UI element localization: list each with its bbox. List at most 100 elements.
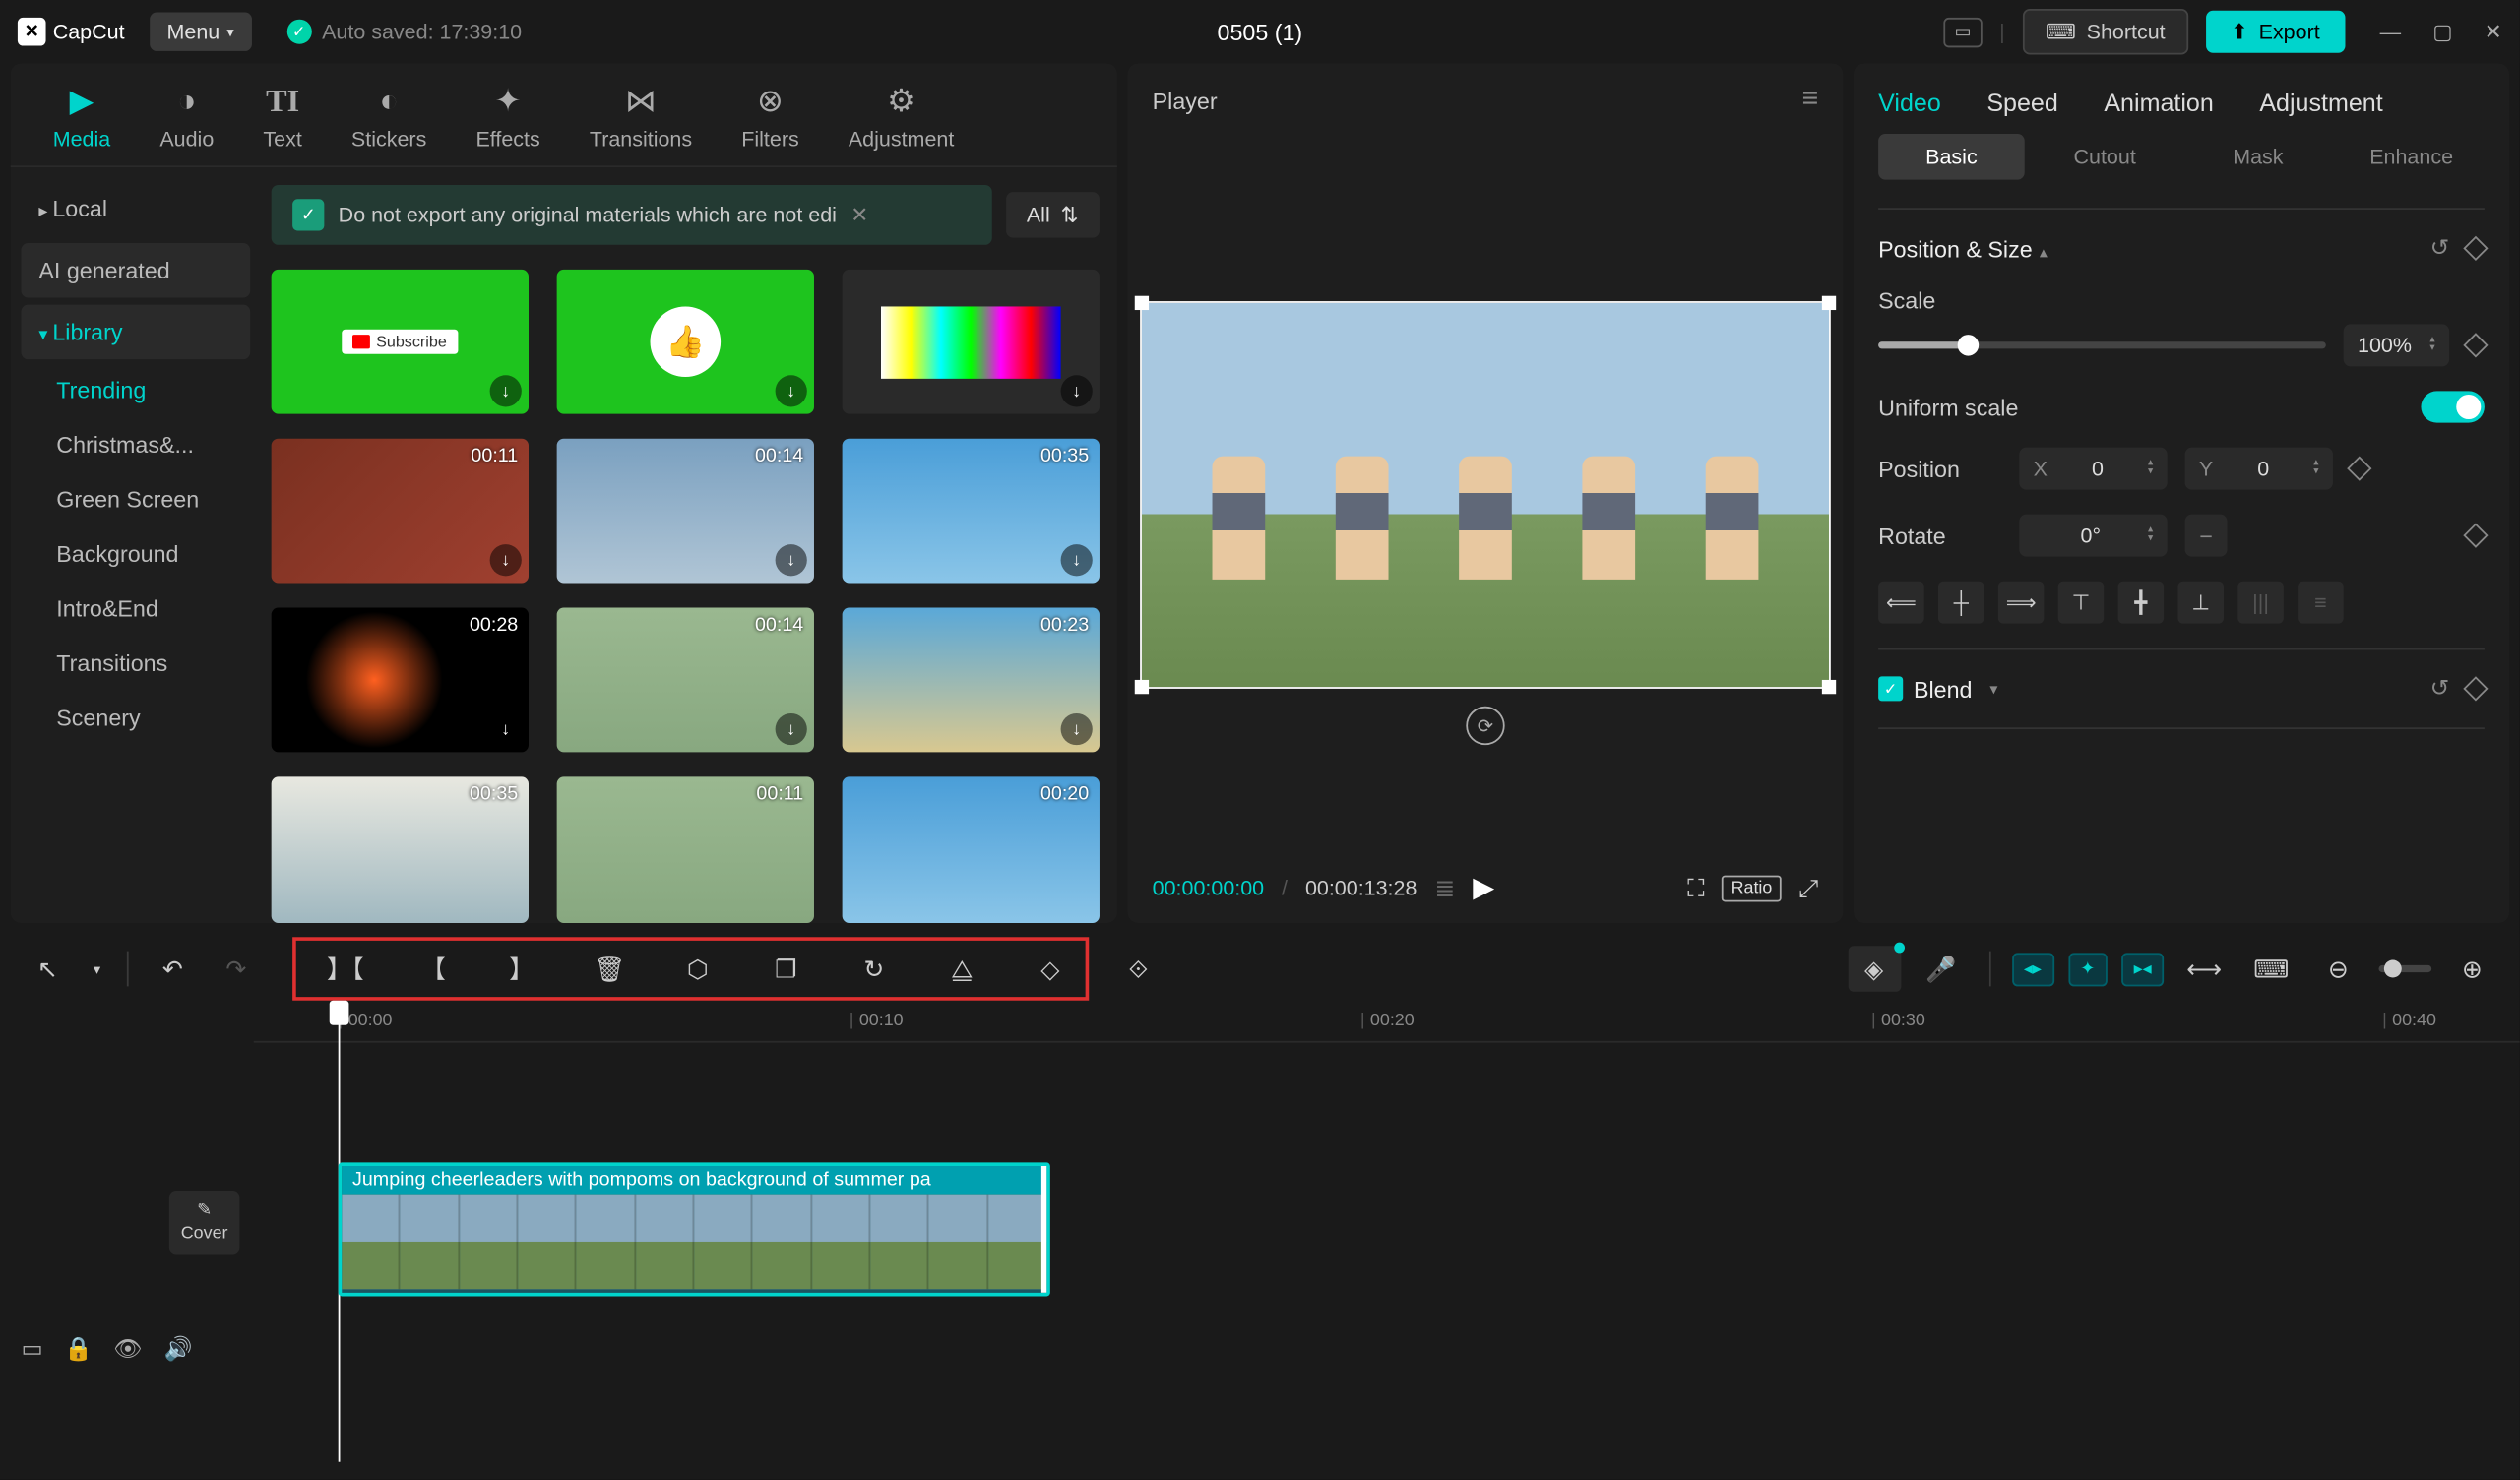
keyboard-button[interactable]: ⌨ (2244, 946, 2298, 992)
cover-button[interactable]: ✎ Cover (169, 1191, 240, 1254)
tab-text[interactable]: TIText (238, 74, 327, 165)
reverse-tool[interactable]: ↻ (848, 946, 901, 992)
tab-filters[interactable]: ⊗Filters (717, 74, 824, 165)
download-icon[interactable]: ↓ (776, 545, 807, 577)
zoom-out-button[interactable]: ⊖ (2311, 946, 2364, 992)
media-item[interactable]: 👍 ↓ (557, 270, 814, 414)
selection-tool[interactable]: ↖ (21, 946, 74, 992)
timeline-clip[interactable]: Jumping cheerleaders with pompoms on bac… (339, 1162, 1050, 1296)
close-button[interactable]: ✕ (2485, 20, 2502, 44)
player-menu-button[interactable]: ≡ (1802, 85, 1819, 116)
tab-adjustment[interactable]: ⚙Adjustment (824, 74, 979, 165)
position-y-input[interactable]: Y0▴▾ (2185, 448, 2333, 490)
preview-button[interactable]: ⟷ (2177, 946, 2231, 992)
lock-icon[interactable]: 🔒 (64, 1335, 93, 1364)
media-item[interactable]: 00:11↓ (272, 439, 529, 584)
rotate-input[interactable]: 0°▴▾ (2019, 515, 2167, 557)
keyframe-icon[interactable] (2347, 456, 2371, 480)
media-item[interactable]: 00:11 (557, 777, 814, 922)
media-item[interactable]: ↓ (843, 270, 1100, 414)
sidebar-transitions[interactable]: Transitions (21, 640, 250, 687)
mirror-tool[interactable]: ⧋ (935, 946, 988, 992)
media-item[interactable]: 00:20 (843, 777, 1100, 922)
sidebar-ai-generated[interactable]: AI generated (21, 243, 250, 297)
trim-right-tool[interactable]: 】 (495, 946, 548, 992)
distribute-h-icon[interactable]: ||| (2237, 582, 2284, 624)
tab-effects[interactable]: ✦Effects (451, 74, 564, 165)
subtab-cutout[interactable]: Cutout (2032, 134, 2178, 180)
duplicate-tool[interactable]: ❐ (759, 946, 812, 992)
sidebar-background[interactable]: Background (21, 530, 250, 578)
undo-button[interactable]: ↶ (147, 946, 200, 992)
filter-all-button[interactable]: All ⇅ (1005, 192, 1100, 238)
sidebar-library[interactable]: Library (21, 305, 250, 359)
prop-tab-animation[interactable]: Animation (2104, 89, 2213, 117)
prop-tab-adjustment[interactable]: Adjustment (2259, 89, 2382, 117)
clip-trim-handle[interactable] (1041, 1166, 1050, 1293)
download-icon[interactable]: ↓ (1061, 714, 1093, 746)
keyframe-icon[interactable] (2463, 333, 2488, 357)
prop-tab-video[interactable]: Video (1878, 89, 1941, 117)
play-button[interactable]: ▶ (1473, 870, 1494, 905)
blend-header[interactable]: ✓ Blend▾ ↺ (1878, 675, 2485, 704)
scale-input[interactable]: 100%▴▾ (2344, 324, 2449, 366)
rotate-preset-button[interactable]: − (2185, 515, 2228, 557)
crop-tool[interactable]: ⟐ (1111, 946, 1165, 992)
zoom-in-button[interactable]: ⊕ (2446, 946, 2499, 992)
position-x-input[interactable]: X0▴▾ (2019, 448, 2167, 490)
timeline-ruler[interactable]: 00:00 00:10 00:20 00:30 00:40 (254, 1004, 2520, 1042)
download-icon[interactable]: ↓ (490, 545, 522, 577)
banner-close-button[interactable]: ✕ (850, 203, 868, 227)
export-button[interactable]: ⬆ Export (2206, 11, 2345, 53)
zoom-slider[interactable] (2379, 965, 2432, 972)
dock-icon[interactable]: ▭ (21, 1335, 42, 1364)
mask-tool[interactable]: ⬡ (671, 946, 724, 992)
tab-audio[interactable]: ◑Audio (135, 74, 238, 165)
distribute-v-icon[interactable]: ≡ (2298, 582, 2344, 624)
track-mode-2[interactable]: ✦ (2068, 952, 2108, 985)
blend-checkbox[interactable]: ✓ (1878, 676, 1903, 701)
sidebar-scenery[interactable]: Scenery (21, 694, 250, 741)
download-icon[interactable]: ↓ (776, 375, 807, 406)
speaker-icon[interactable]: 🔊 (163, 1335, 192, 1364)
keyframe-icon[interactable] (2463, 676, 2488, 701)
media-item[interactable]: 00:14↓ (557, 608, 814, 753)
sidebar-local[interactable]: Local (21, 181, 250, 235)
position-size-header[interactable]: Position & Size▴ ↺ (1878, 234, 2485, 263)
subtab-mask[interactable]: Mask (2185, 134, 2332, 180)
player-frame[interactable] (1140, 301, 1831, 690)
tab-media[interactable]: ▶Media (29, 74, 136, 165)
scale-slider[interactable] (1878, 341, 2326, 348)
download-icon[interactable]: ↓ (776, 714, 807, 746)
align-center-v-icon[interactable]: ╋ (2118, 582, 2165, 624)
tab-stickers[interactable]: ◐Stickers (327, 74, 452, 165)
eye-icon[interactable]: 👁 (113, 1335, 143, 1364)
split-tool[interactable]: 】【 (319, 946, 372, 992)
uniform-scale-toggle[interactable] (2421, 391, 2484, 422)
selection-dropdown[interactable]: ▾ (85, 946, 109, 992)
ratio-button[interactable]: Ratio (1723, 875, 1782, 901)
prop-tab-speed[interactable]: Speed (1986, 89, 2057, 117)
align-left-icon[interactable]: ⟸ (1878, 582, 1924, 624)
media-item[interactable]: 00:28↓ (272, 608, 529, 753)
trim-left-tool[interactable]: 【 (407, 946, 460, 992)
maximize-button[interactable]: ▢ (2432, 20, 2452, 44)
subtab-enhance[interactable]: Enhance (2338, 134, 2485, 180)
sidebar-introend[interactable]: Intro&End (21, 585, 250, 632)
focus-icon[interactable]: ⛶ (1687, 873, 1705, 902)
media-item[interactable]: 00:14↓ (557, 439, 814, 584)
keyframe-icon[interactable] (2463, 524, 2488, 548)
mic-button[interactable]: 🎤 (1915, 946, 1968, 992)
tab-transitions[interactable]: ⋈Transitions (565, 74, 717, 165)
align-bottom-icon[interactable]: ⊥ (2177, 582, 2224, 624)
list-icon[interactable]: ≣ (1434, 873, 1455, 902)
reset-icon[interactable]: ↺ (2430, 675, 2450, 704)
media-item[interactable]: Subscribe ↓ (272, 270, 529, 414)
layout-icon[interactable]: ▭ (1944, 17, 1982, 46)
fullscreen-icon[interactable]: ⤢ (1798, 873, 1818, 902)
download-icon[interactable]: ↓ (1061, 545, 1093, 577)
minimize-button[interactable]: — (2380, 20, 2401, 44)
shortcut-button[interactable]: ⌨ Shortcut (2023, 9, 2188, 55)
sidebar-christmas[interactable]: Christmas&... (21, 421, 250, 468)
download-icon[interactable]: ↓ (1061, 375, 1093, 406)
